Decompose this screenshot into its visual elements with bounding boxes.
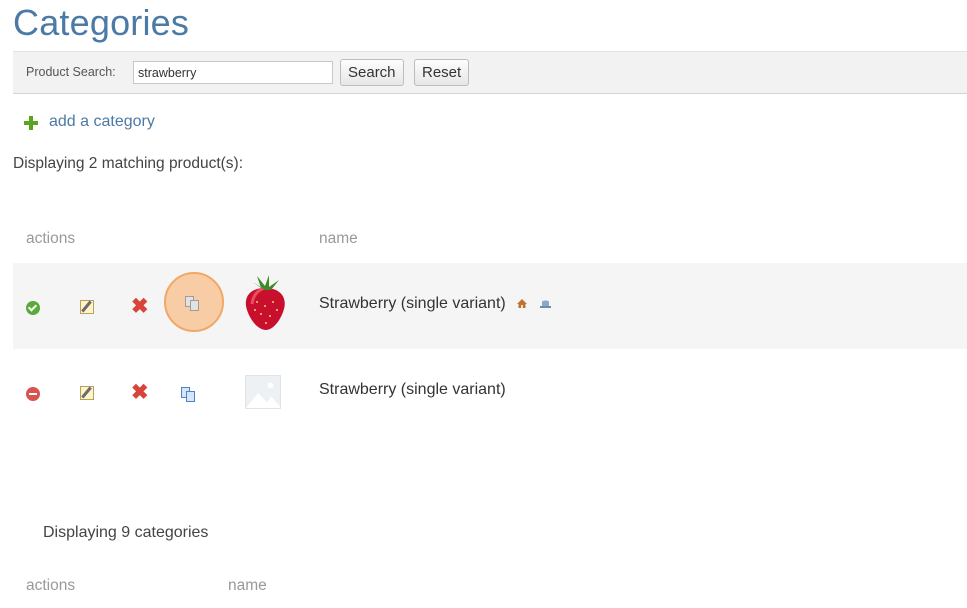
product-search-bar: Product Search: Search Reset [13, 51, 967, 94]
reset-button[interactable]: Reset [414, 59, 470, 86]
add-category-label: add a category [49, 113, 155, 130]
categories-count-text: Displaying 9 categories [43, 524, 209, 541]
add-category-link[interactable]: add a category [24, 113, 155, 131]
categories-name-header: name [228, 577, 267, 594]
inactive-minus-icon[interactable] [26, 387, 40, 401]
image-placeholder-icon [245, 375, 281, 409]
edit-icon[interactable] [80, 386, 94, 400]
delete-icon[interactable]: ✖ [131, 382, 149, 403]
product-name: Strawberry (single variant) [319, 295, 506, 312]
hat-icon [539, 300, 551, 308]
plus-icon [24, 116, 38, 130]
strawberry-image[interactable] [235, 272, 295, 332]
products-name-header: name [319, 230, 358, 247]
product-name: Strawberry (single variant) [319, 381, 506, 398]
categories-actions-header: actions [26, 577, 76, 594]
copy-icon[interactable] [181, 387, 196, 403]
active-check-icon[interactable] [26, 301, 40, 315]
product-row: ✖ Strawberry (single variant) [13, 263, 967, 349]
product-row: ✖ Strawberry (single variant) [13, 349, 967, 435]
products-actions-header: actions [26, 230, 76, 247]
edit-icon[interactable] [80, 300, 94, 314]
copy-icon[interactable] [185, 296, 200, 312]
page-title: Categories [13, 2, 190, 43]
product-search-label: Product Search: [26, 65, 116, 79]
home-icon [517, 299, 528, 309]
matching-products-text: Displaying 2 matching product(s): [13, 155, 244, 172]
search-button[interactable]: Search [340, 59, 404, 86]
product-search-input[interactable] [133, 61, 333, 84]
delete-icon[interactable]: ✖ [131, 296, 149, 317]
